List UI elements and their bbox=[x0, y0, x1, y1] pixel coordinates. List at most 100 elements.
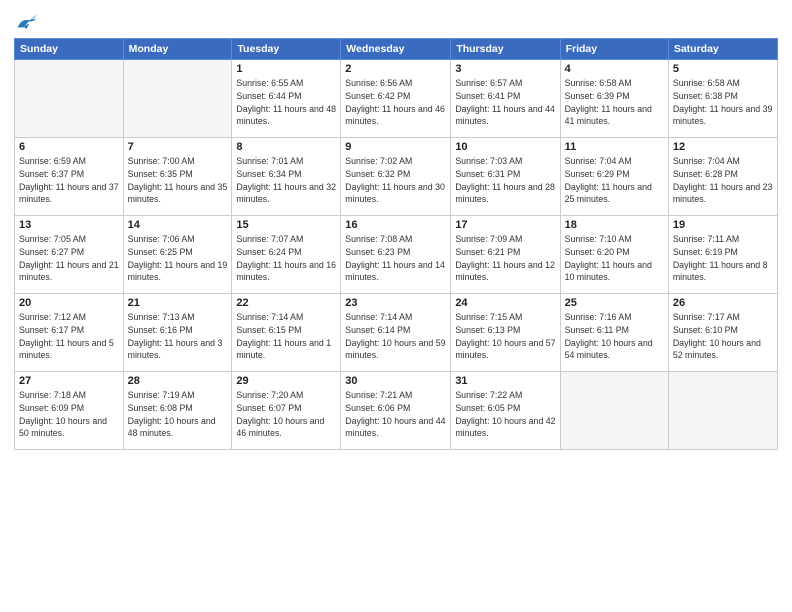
day-info: Sunrise: 7:02 AM Sunset: 6:32 PM Dayligh… bbox=[345, 155, 446, 206]
day-number: 17 bbox=[455, 219, 555, 231]
day-info: Sunrise: 7:11 AM Sunset: 6:19 PM Dayligh… bbox=[673, 233, 773, 284]
day-number: 5 bbox=[673, 63, 773, 75]
calendar-cell: 9 Sunrise: 7:02 AM Sunset: 6:32 PM Daylig… bbox=[341, 138, 451, 216]
day-number: 4 bbox=[565, 63, 664, 75]
day-info: Sunrise: 7:18 AM Sunset: 6:09 PM Dayligh… bbox=[19, 389, 119, 440]
calendar-cell: 14 Sunrise: 7:06 AM Sunset: 6:25 PM Dayli… bbox=[123, 216, 232, 294]
calendar-cell: 30 Sunrise: 7:21 AM Sunset: 6:06 PM Dayli… bbox=[341, 372, 451, 450]
calendar-cell: 4 Sunrise: 6:58 AM Sunset: 6:39 PM Daylig… bbox=[560, 60, 668, 138]
logo bbox=[14, 14, 38, 32]
calendar-cell bbox=[560, 372, 668, 450]
day-info: Sunrise: 7:00 AM Sunset: 6:35 PM Dayligh… bbox=[128, 155, 228, 206]
header bbox=[14, 10, 778, 32]
calendar-cell: 15 Sunrise: 7:07 AM Sunset: 6:24 PM Dayli… bbox=[232, 216, 341, 294]
weekday-header-friday: Friday bbox=[560, 39, 668, 60]
calendar-cell: 31 Sunrise: 7:22 AM Sunset: 6:05 PM Dayli… bbox=[451, 372, 560, 450]
day-number: 28 bbox=[128, 375, 228, 387]
day-info: Sunrise: 7:05 AM Sunset: 6:27 PM Dayligh… bbox=[19, 233, 119, 284]
day-number: 7 bbox=[128, 141, 228, 153]
week-row-2: 6 Sunrise: 6:59 AM Sunset: 6:37 PM Daylig… bbox=[15, 138, 778, 216]
calendar-cell bbox=[15, 60, 124, 138]
day-info: Sunrise: 7:14 AM Sunset: 6:15 PM Dayligh… bbox=[236, 311, 336, 362]
calendar-cell: 1Sunrise: 6:55 AM Sunset: 6:44 PM Daylig… bbox=[232, 60, 341, 138]
day-info: Sunrise: 7:14 AM Sunset: 6:14 PM Dayligh… bbox=[345, 311, 446, 362]
calendar-cell bbox=[123, 60, 232, 138]
day-number: 26 bbox=[673, 297, 773, 309]
day-number: 20 bbox=[19, 297, 119, 309]
weekday-header-sunday: Sunday bbox=[15, 39, 124, 60]
day-info: Sunrise: 7:20 AM Sunset: 6:07 PM Dayligh… bbox=[236, 389, 336, 440]
day-info: Sunrise: 7:07 AM Sunset: 6:24 PM Dayligh… bbox=[236, 233, 336, 284]
day-number: 16 bbox=[345, 219, 446, 231]
day-info: Sunrise: 7:22 AM Sunset: 6:05 PM Dayligh… bbox=[455, 389, 555, 440]
day-info: Sunrise: 7:10 AM Sunset: 6:20 PM Dayligh… bbox=[565, 233, 664, 284]
day-info: Sunrise: 7:17 AM Sunset: 6:10 PM Dayligh… bbox=[673, 311, 773, 362]
calendar-cell: 27 Sunrise: 7:18 AM Sunset: 6:09 PM Dayli… bbox=[15, 372, 124, 450]
day-info: Sunrise: 7:15 AM Sunset: 6:13 PM Dayligh… bbox=[455, 311, 555, 362]
week-row-5: 27 Sunrise: 7:18 AM Sunset: 6:09 PM Dayli… bbox=[15, 372, 778, 450]
day-info: Sunrise: 7:09 AM Sunset: 6:21 PM Dayligh… bbox=[455, 233, 555, 284]
calendar-cell: 19 Sunrise: 7:11 AM Sunset: 6:19 PM Dayli… bbox=[668, 216, 777, 294]
day-info: Sunrise: 6:56 AM Sunset: 6:42 PM Dayligh… bbox=[345, 77, 446, 128]
day-number: 10 bbox=[455, 141, 555, 153]
day-info: Sunrise: 7:04 AM Sunset: 6:28 PM Dayligh… bbox=[673, 155, 773, 206]
day-info: Sunrise: 7:01 AM Sunset: 6:34 PM Dayligh… bbox=[236, 155, 336, 206]
weekday-header-monday: Monday bbox=[123, 39, 232, 60]
day-number: 6 bbox=[19, 141, 119, 153]
day-number: 25 bbox=[565, 297, 664, 309]
day-info: Sunrise: 6:58 AM Sunset: 6:39 PM Dayligh… bbox=[565, 77, 664, 128]
calendar-cell: 28 Sunrise: 7:19 AM Sunset: 6:08 PM Dayli… bbox=[123, 372, 232, 450]
page-container: SundayMondayTuesdayWednesdayThursdayFrid… bbox=[0, 0, 792, 460]
day-number: 31 bbox=[455, 375, 555, 387]
day-info: Sunrise: 7:08 AM Sunset: 6:23 PM Dayligh… bbox=[345, 233, 446, 284]
calendar-cell: 3Sunrise: 6:57 AM Sunset: 6:41 PM Daylig… bbox=[451, 60, 560, 138]
week-row-1: 1Sunrise: 6:55 AM Sunset: 6:44 PM Daylig… bbox=[15, 60, 778, 138]
day-info: Sunrise: 6:57 AM Sunset: 6:41 PM Dayligh… bbox=[455, 77, 555, 128]
calendar-cell: 7 Sunrise: 7:00 AM Sunset: 6:35 PM Daylig… bbox=[123, 138, 232, 216]
day-info: Sunrise: 7:03 AM Sunset: 6:31 PM Dayligh… bbox=[455, 155, 555, 206]
day-info: Sunrise: 7:04 AM Sunset: 6:29 PM Dayligh… bbox=[565, 155, 664, 206]
day-info: Sunrise: 6:59 AM Sunset: 6:37 PM Dayligh… bbox=[19, 155, 119, 206]
logo-bird-icon bbox=[16, 14, 38, 32]
weekday-header-thursday: Thursday bbox=[451, 39, 560, 60]
day-number: 24 bbox=[455, 297, 555, 309]
day-number: 15 bbox=[236, 219, 336, 231]
day-number: 1 bbox=[236, 63, 336, 75]
day-number: 14 bbox=[128, 219, 228, 231]
weekday-header-saturday: Saturday bbox=[668, 39, 777, 60]
day-number: 19 bbox=[673, 219, 773, 231]
day-number: 2 bbox=[345, 63, 446, 75]
day-number: 9 bbox=[345, 141, 446, 153]
day-number: 22 bbox=[236, 297, 336, 309]
calendar-cell: 16 Sunrise: 7:08 AM Sunset: 6:23 PM Dayli… bbox=[341, 216, 451, 294]
calendar-cell: 5Sunrise: 6:58 AM Sunset: 6:38 PM Daylig… bbox=[668, 60, 777, 138]
day-number: 18 bbox=[565, 219, 664, 231]
calendar-cell: 18 Sunrise: 7:10 AM Sunset: 6:20 PM Dayli… bbox=[560, 216, 668, 294]
day-number: 23 bbox=[345, 297, 446, 309]
calendar-table: SundayMondayTuesdayWednesdayThursdayFrid… bbox=[14, 38, 778, 450]
day-info: Sunrise: 7:19 AM Sunset: 6:08 PM Dayligh… bbox=[128, 389, 228, 440]
day-info: Sunrise: 7:16 AM Sunset: 6:11 PM Dayligh… bbox=[565, 311, 664, 362]
weekday-header-wednesday: Wednesday bbox=[341, 39, 451, 60]
weekday-header-row: SundayMondayTuesdayWednesdayThursdayFrid… bbox=[15, 39, 778, 60]
calendar-cell: 12Sunrise: 7:04 AM Sunset: 6:28 PM Dayli… bbox=[668, 138, 777, 216]
week-row-4: 20 Sunrise: 7:12 AM Sunset: 6:17 PM Dayli… bbox=[15, 294, 778, 372]
day-info: Sunrise: 7:12 AM Sunset: 6:17 PM Dayligh… bbox=[19, 311, 119, 362]
calendar-cell: 24 Sunrise: 7:15 AM Sunset: 6:13 PM Dayli… bbox=[451, 294, 560, 372]
calendar-cell: 8 Sunrise: 7:01 AM Sunset: 6:34 PM Daylig… bbox=[232, 138, 341, 216]
day-number: 11 bbox=[565, 141, 664, 153]
calendar-cell: 10 Sunrise: 7:03 AM Sunset: 6:31 PM Dayli… bbox=[451, 138, 560, 216]
calendar-cell: 21Sunrise: 7:13 AM Sunset: 6:16 PM Dayli… bbox=[123, 294, 232, 372]
day-info: Sunrise: 7:21 AM Sunset: 6:06 PM Dayligh… bbox=[345, 389, 446, 440]
day-number: 27 bbox=[19, 375, 119, 387]
calendar-cell: 17 Sunrise: 7:09 AM Sunset: 6:21 PM Dayli… bbox=[451, 216, 560, 294]
weekday-header-tuesday: Tuesday bbox=[232, 39, 341, 60]
day-number: 29 bbox=[236, 375, 336, 387]
calendar-cell: 13Sunrise: 7:05 AM Sunset: 6:27 PM Dayli… bbox=[15, 216, 124, 294]
calendar-cell: 6 Sunrise: 6:59 AM Sunset: 6:37 PM Daylig… bbox=[15, 138, 124, 216]
calendar-cell: 11 Sunrise: 7:04 AM Sunset: 6:29 PM Dayli… bbox=[560, 138, 668, 216]
day-number: 8 bbox=[236, 141, 336, 153]
calendar-cell: 22 Sunrise: 7:14 AM Sunset: 6:15 PM Dayli… bbox=[232, 294, 341, 372]
day-info: Sunrise: 7:06 AM Sunset: 6:25 PM Dayligh… bbox=[128, 233, 228, 284]
day-number: 30 bbox=[345, 375, 446, 387]
